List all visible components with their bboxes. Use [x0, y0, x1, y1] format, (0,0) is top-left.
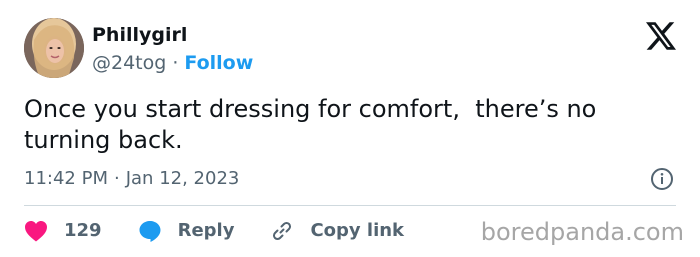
handle-separator: · — [172, 52, 179, 74]
timestamp[interactable]: 11:42 PM · Jan 12, 2023 — [24, 168, 239, 190]
reply-bubble-icon — [139, 221, 161, 242]
display-name[interactable]: Phillygirl — [92, 24, 187, 46]
like-button[interactable]: 129 — [24, 220, 102, 242]
tweet-card: Phillygirl @24tog · Follow Once you start … — [0, 0, 700, 257]
watermark: boredpanda.com — [480, 218, 684, 246]
tweet-text: Once you start dressing for comfort, the… — [24, 95, 597, 154]
heart-icon — [25, 221, 47, 242]
like-count: 129 — [64, 220, 102, 241]
handle-line: @24tog · Follow — [92, 52, 253, 74]
reply-label: Reply — [177, 220, 235, 241]
link-icon — [273, 221, 292, 241]
reply-button[interactable]: Reply — [138, 219, 235, 243]
divider — [24, 205, 676, 206]
tweet-date: Jan 12, 2023 — [125, 168, 240, 189]
follow-button[interactable]: Follow — [184, 52, 253, 74]
user-handle[interactable]: @24tog — [92, 52, 166, 74]
timestamp-separator: · — [113, 168, 120, 189]
x-logo-icon[interactable] — [646, 22, 676, 50]
copy-link-button[interactable]: Copy link — [270, 219, 404, 243]
info-icon[interactable] — [650, 167, 674, 191]
tweet-time: 11:42 PM — [24, 168, 108, 189]
copy-link-label: Copy link — [310, 220, 405, 241]
action-bar: 129 Reply Copy link — [24, 218, 440, 244]
avatar[interactable] — [24, 18, 84, 78]
